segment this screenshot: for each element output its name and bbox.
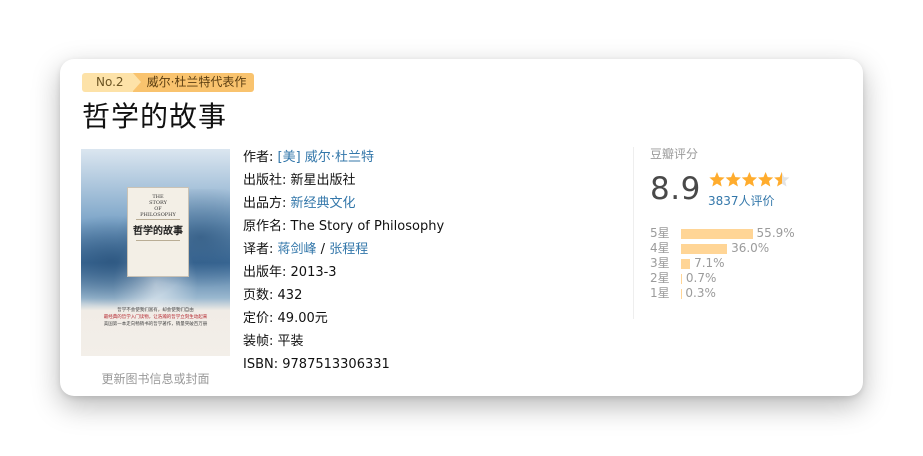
- info-price: 定价: 49.00元: [243, 307, 444, 330]
- update-cover-link[interactable]: 更新图书信息或封面: [81, 370, 230, 387]
- star-rating-icon: [709, 172, 791, 188]
- rating-label: 豆瓣评分: [650, 147, 699, 161]
- translator-link[interactable]: 张程程: [329, 242, 368, 257]
- rating-bar-label: 2星: [650, 271, 670, 285]
- rating-bar-percent: 55.9%: [756, 226, 795, 240]
- book-card: No.2 威尔·杜兰特代表作 哲学的故事 THE STORY OF PHILOS…: [60, 59, 863, 396]
- book-info-list: 作者: [美] 威尔·杜兰特 出版社: 新星出版社 出品方: 新经典文化 原作名…: [243, 146, 444, 376]
- original-title-value: The Story of Philosophy: [290, 219, 445, 234]
- star-icon: [757, 172, 774, 187]
- rating-bar-label: 3星: [650, 256, 670, 270]
- info-translators: 译者: 蒋剑峰 / 张程程: [243, 238, 444, 261]
- rating-bar-percent: 0.7%: [685, 271, 717, 285]
- rating-bar-row: 2星 0.7%: [650, 271, 795, 286]
- rating-bar-label: 4星: [650, 241, 670, 255]
- info-pages: 页数: 432: [243, 284, 444, 307]
- rating-bar-row: 1星 0.3%: [650, 286, 795, 301]
- author-link[interactable]: [美] 威尔·杜兰特: [278, 150, 374, 165]
- year-value: 2013-3: [290, 265, 337, 280]
- cover-blurb-line: 美国第一本走向畅销书的哲学著作，销量突破百万册: [103, 322, 208, 327]
- cover-blurb: 哲学不会使我们富有，却会使我们自由 最经典的哲学入门读物，让浩瀚的哲学立刻生动起…: [87, 307, 224, 328]
- rating-bar-percent: 7.1%: [694, 256, 725, 270]
- cover-blurb-line: 最经典的哲学入门读物，让浩瀚的哲学立刻生动起来: [103, 315, 208, 320]
- info-publisher: 出版社: 新星出版社: [243, 169, 444, 192]
- info-original-title: 原作名: The Story of Philosophy: [243, 215, 444, 238]
- cover-en-line: PHILOSOPHY: [140, 212, 176, 218]
- rating-bar: [681, 228, 753, 239]
- author-series-label: 威尔·杜兰特代表作: [132, 73, 255, 92]
- cover-blurb-line: 哲学不会使我们富有，却会使我们自由: [117, 308, 194, 313]
- cover-rule: [136, 219, 180, 220]
- rating-bar: [681, 243, 728, 254]
- cover-rule: [136, 240, 180, 241]
- info-key: 出版年:: [243, 265, 287, 280]
- info-author: 作者: [美] 威尔·杜兰特: [243, 146, 444, 169]
- star-icon: [725, 172, 741, 187]
- rating-panel: 豆瓣评分 8.9 3837人评价 5星 55.9% 4星 36.0% 3星 7.1% 2星 0…: [650, 145, 850, 300]
- info-producer: 出品方: 新经典文化: [243, 192, 444, 215]
- cover-title-panel: THE STORY OF PHILOSOPHY 哲学的故事: [127, 187, 189, 277]
- info-binding: 装帧: 平装: [243, 330, 444, 353]
- info-key: 定价:: [243, 311, 274, 326]
- star-icon: [709, 172, 725, 187]
- info-key: 装帧:: [243, 334, 274, 349]
- producer-link[interactable]: 新经典文化: [291, 196, 356, 211]
- rank-ribbon[interactable]: No.2 威尔·杜兰特代表作: [82, 73, 255, 92]
- info-key: 出品方:: [243, 196, 287, 211]
- rating-divider: [633, 147, 634, 319]
- translator-link[interactable]: 蒋剑峰: [278, 242, 317, 257]
- votes-link[interactable]: 3837人评价: [708, 192, 775, 209]
- info-key: 作者:: [243, 150, 274, 165]
- star-icon: [774, 172, 790, 187]
- price-value: 49.00元: [277, 311, 328, 326]
- rating-bar-label: 1星: [650, 286, 670, 300]
- rating-bar-label: 5星: [650, 226, 670, 240]
- cover-zh-title: 哲学的故事: [133, 226, 183, 237]
- publisher-value: 新星出版社: [290, 173, 356, 188]
- info-key: 页数:: [243, 288, 274, 303]
- stars-svg: [709, 172, 790, 187]
- rank-badge: No.2: [82, 73, 133, 92]
- info-key: 原作名:: [243, 219, 287, 234]
- rating-bar: [681, 258, 691, 269]
- book-cover[interactable]: THE STORY OF PHILOSOPHY 哲学的故事 哲学不会使我们富有，…: [81, 149, 230, 356]
- isbn-value: 9787513306331: [282, 357, 390, 372]
- rating-distribution: 5星 55.9% 4星 36.0% 3星 7.1% 2星 0.7% 1星 0.3%: [650, 226, 795, 301]
- cover-en-title: THE STORY OF PHILOSOPHY: [128, 194, 188, 218]
- binding-value: 平装: [277, 334, 304, 349]
- star-icon: [741, 172, 758, 187]
- info-key: 出版社:: [243, 173, 287, 188]
- rating-bar-row: 3星 7.1%: [650, 256, 795, 271]
- rating-bar-percent: 36.0%: [731, 241, 770, 255]
- info-year: 出版年: 2013-3: [243, 261, 444, 284]
- info-key: ISBN:: [243, 357, 279, 372]
- rating-bar-row: 5星 55.9%: [650, 226, 795, 241]
- book-title: 哲学的故事: [82, 100, 228, 133]
- rating-bar-row: 4星 36.0%: [650, 241, 795, 256]
- rating-score: 8.9: [650, 171, 701, 207]
- translator-separator: /: [316, 242, 330, 257]
- info-isbn: ISBN: 9787513306331: [243, 353, 444, 376]
- pages-value: 432: [277, 288, 303, 303]
- rating-bar-percent: 0.3%: [685, 286, 716, 300]
- rating-bar: [681, 273, 682, 284]
- info-key: 译者:: [243, 242, 274, 257]
